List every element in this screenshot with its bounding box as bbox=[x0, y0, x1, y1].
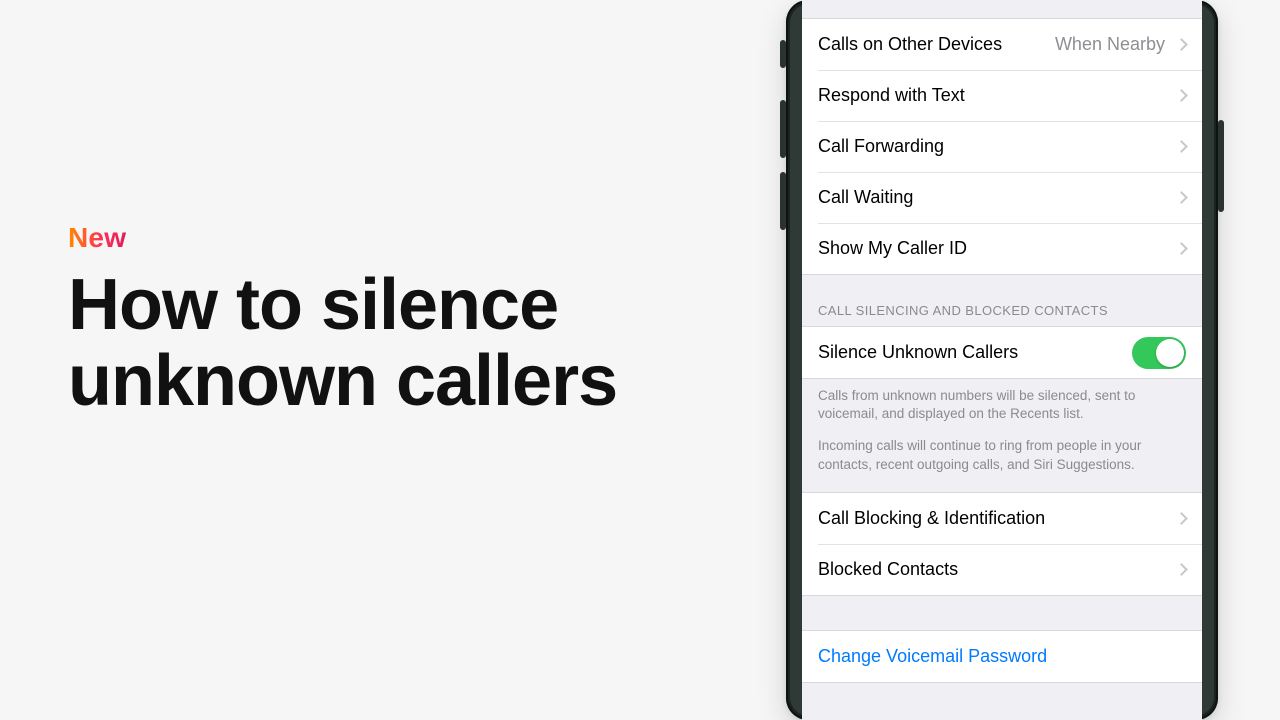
phone-volume-up bbox=[780, 100, 786, 158]
chevron-right-icon bbox=[1175, 191, 1188, 204]
settings-group-voicemail: Change Voicemail Password bbox=[802, 631, 1202, 682]
toggle-silence-unknown[interactable] bbox=[1132, 337, 1186, 369]
footer-paragraph: Incoming calls will continue to ring fro… bbox=[818, 437, 1186, 473]
chevron-right-icon bbox=[1175, 512, 1188, 525]
chevron-right-icon bbox=[1175, 242, 1188, 255]
row-call-waiting[interactable]: Call Waiting bbox=[802, 172, 1202, 223]
hero-title: How to silence unknown callers bbox=[68, 268, 688, 419]
chevron-right-icon bbox=[1175, 89, 1188, 102]
row-label: Silence Unknown Callers bbox=[818, 342, 1132, 363]
chevron-right-icon bbox=[1175, 38, 1188, 51]
row-call-forwarding[interactable]: Call Forwarding bbox=[802, 121, 1202, 172]
chevron-right-icon bbox=[1175, 140, 1188, 153]
settings-group-calls: Calls on Other Devices When Nearby Respo… bbox=[802, 19, 1202, 274]
spacer bbox=[802, 0, 1202, 18]
row-silence-unknown-callers[interactable]: Silence Unknown Callers bbox=[802, 327, 1202, 378]
row-blocked-contacts[interactable]: Blocked Contacts bbox=[802, 544, 1202, 595]
row-label: Blocked Contacts bbox=[818, 559, 1171, 580]
row-show-caller-id[interactable]: Show My Caller ID bbox=[802, 223, 1202, 274]
row-label: Call Forwarding bbox=[818, 136, 1171, 157]
chevron-right-icon bbox=[1175, 563, 1188, 576]
row-respond-with-text[interactable]: Respond with Text bbox=[802, 70, 1202, 121]
phone-volume-down bbox=[780, 172, 786, 230]
row-change-voicemail-password[interactable]: Change Voicemail Password bbox=[802, 631, 1202, 682]
spacer bbox=[802, 683, 1202, 701]
hero-title-line2: unknown callers bbox=[68, 341, 617, 421]
footer-paragraph: Calls from unknown numbers will be silen… bbox=[818, 387, 1186, 423]
row-value: When Nearby bbox=[1055, 34, 1165, 55]
hero-badge: New bbox=[68, 222, 126, 254]
phone-mute-switch bbox=[780, 40, 786, 68]
row-label: Call Blocking & Identification bbox=[818, 508, 1171, 529]
settings-group-blocking: Call Blocking & Identification Blocked C… bbox=[802, 493, 1202, 595]
row-label: Call Waiting bbox=[818, 187, 1171, 208]
row-label: Change Voicemail Password bbox=[818, 646, 1186, 667]
phone: Calls on Other Devices When Nearby Respo… bbox=[786, 0, 1218, 720]
phone-screen: Calls on Other Devices When Nearby Respo… bbox=[802, 0, 1202, 720]
section-footer-silencing: Calls from unknown numbers will be silen… bbox=[802, 379, 1202, 492]
phone-side-button bbox=[1218, 120, 1224, 212]
row-label: Calls on Other Devices bbox=[818, 34, 1055, 55]
row-label: Respond with Text bbox=[818, 85, 1171, 106]
settings-group-silencing: Silence Unknown Callers bbox=[802, 327, 1202, 378]
row-calls-other-devices[interactable]: Calls on Other Devices When Nearby bbox=[802, 19, 1202, 70]
section-header-silencing: CALL SILENCING AND BLOCKED CONTACTS bbox=[802, 275, 1202, 326]
row-label: Show My Caller ID bbox=[818, 238, 1171, 259]
hero: New How to silence unknown callers bbox=[68, 222, 688, 419]
spacer bbox=[802, 596, 1202, 630]
hero-title-line1: How to silence bbox=[68, 265, 558, 345]
row-call-blocking-identification[interactable]: Call Blocking & Identification bbox=[802, 493, 1202, 544]
